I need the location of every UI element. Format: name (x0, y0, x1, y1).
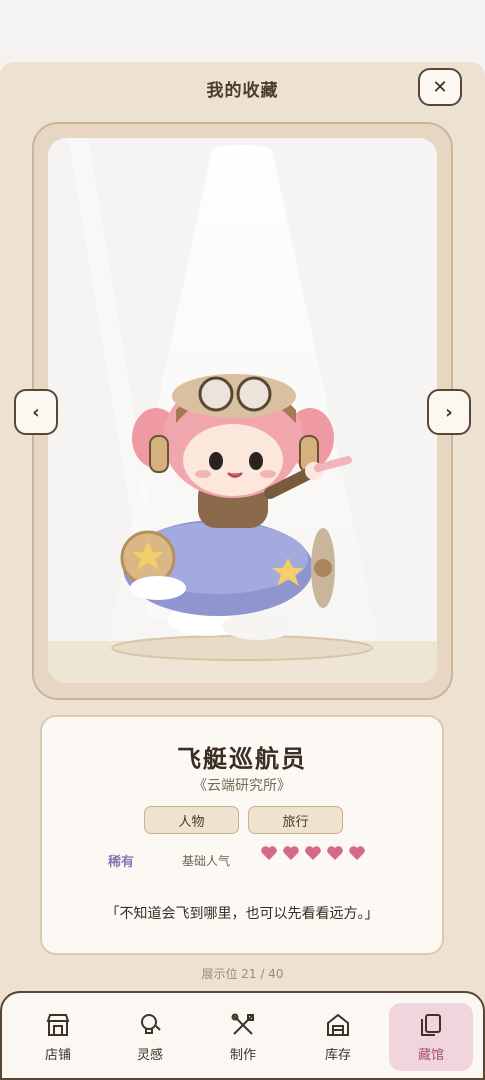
nav-item-inspiration[interactable]: 灵感 (108, 1003, 192, 1071)
rarity-label: 稀有 (108, 855, 135, 870)
display-pedestal (111, 635, 373, 661)
next-item-button[interactable]: › (427, 389, 471, 435)
item-series: 《云端研究所》 (193, 778, 291, 794)
nav-item-shop[interactable]: 店铺 (16, 1003, 100, 1071)
heart-icon (261, 846, 277, 860)
nav-label: 藏馆 (417, 1048, 444, 1063)
heart-icon (305, 846, 321, 860)
nav-label: 店铺 (44, 1048, 71, 1063)
collection-icon (418, 1012, 444, 1038)
bottom-nav: 店铺 灵感 制作 库存 藏馆 (0, 991, 485, 1080)
tools-icon (230, 1012, 256, 1038)
popularity-hearts (260, 845, 366, 861)
nav-label: 灵感 (136, 1048, 163, 1063)
heart-icon (327, 846, 343, 860)
nav-label: 库存 (324, 1048, 351, 1063)
warehouse-icon (325, 1012, 351, 1038)
nav-item-collection[interactable]: 藏馆 (389, 1003, 473, 1071)
slot-counter: 展示位 21 / 40 (201, 967, 284, 981)
chevron-left-icon: ‹ (32, 401, 40, 423)
top-bar (0, 0, 485, 62)
chevron-right-icon: › (445, 401, 453, 423)
close-button[interactable]: ✕ (418, 68, 462, 106)
item-quote: 「不知道会飞到哪里，也可以先看看远方。」 (105, 906, 379, 922)
figurine-pilot-airship (120, 374, 352, 640)
nav-label: 制作 (229, 1048, 256, 1063)
figure-stage (111, 374, 373, 661)
shop-icon (45, 1012, 71, 1038)
display-case-glass (48, 138, 437, 683)
popularity-label: 基础人气 (182, 854, 231, 868)
tag-travel: 旅行 (248, 806, 343, 834)
prev-item-button[interactable]: ‹ (14, 389, 58, 435)
item-name: 飞艇巡航员 (177, 745, 307, 773)
close-icon: ✕ (432, 76, 448, 98)
nav-item-inventory[interactable]: 库存 (296, 1003, 380, 1071)
lightbulb-icon (137, 1012, 163, 1038)
item-info-card: 飞艇巡航员 《云端研究所》 人物 旅行 稀有 基础人气 「不知道会飞到哪里，也可… (40, 715, 444, 955)
page-title: 我的收藏 (206, 81, 279, 101)
nav-item-craft[interactable]: 制作 (201, 1003, 285, 1071)
heart-icon (349, 846, 365, 860)
heart-icon (283, 846, 299, 860)
tag-character: 人物 (144, 806, 239, 834)
